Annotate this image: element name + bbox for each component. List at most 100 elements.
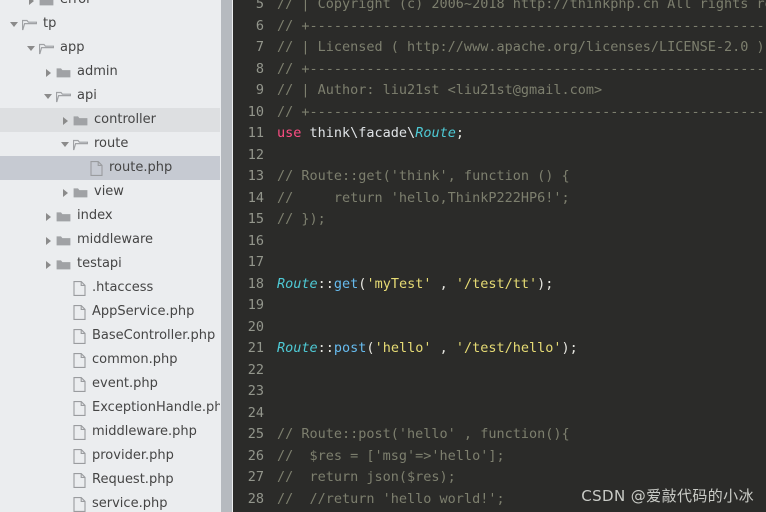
tree-item-label: ExceptionHandle.php (92, 400, 231, 415)
code-line[interactable]: 19 (233, 295, 766, 317)
chevron-right-icon[interactable] (59, 114, 72, 127)
tree-item-appservice-php[interactable]: AppService.php (0, 300, 233, 324)
code-line[interactable]: 9 // | Author: liu21st <liu21st@gmail.com… (233, 80, 766, 102)
tree-item-provider-php[interactable]: provider.php (0, 444, 233, 468)
tree-item-label: error (60, 0, 91, 12)
code-token: Route (277, 340, 318, 356)
line-number: 11 (247, 125, 264, 141)
tree-item-label: AppService.php (92, 304, 195, 319)
code-token: // $res = ['msg'=>'hello']; (277, 447, 505, 464)
tree-item-admin[interactable]: admin (0, 60, 233, 84)
tree-item-event-php[interactable]: event.php (0, 372, 233, 396)
tree-item-request-php[interactable]: Request.php (0, 468, 233, 492)
code-token: // +------------------------------------… (277, 103, 766, 120)
code-token: // Route::get('think', function () { (277, 168, 570, 184)
chevron-right-icon[interactable] (25, 0, 38, 7)
file-tree-scrollbar-thumb[interactable] (221, 0, 232, 512)
line-number: 16 (247, 232, 264, 249)
code-text: Route::post('hello' , '/test/hello'); (277, 338, 578, 360)
code-line[interactable]: 22 (233, 360, 766, 382)
code-token: Route (277, 275, 318, 292)
code-line[interactable]: 6 // +-----------------------------------… (233, 16, 766, 38)
code-token: :: (317, 275, 334, 292)
folder-open-icon (22, 19, 37, 30)
tree-item-route-php[interactable]: route.php (0, 156, 233, 180)
chevron-down-icon[interactable] (59, 138, 72, 151)
code-token: 'hello' (374, 340, 432, 356)
code-line[interactable]: 26 // $res = ['msg'=>'hello']; (233, 446, 766, 468)
code-token: ( (366, 340, 375, 356)
tree-item-view[interactable]: view (0, 180, 233, 204)
tree-item-testapi[interactable]: testapi (0, 252, 233, 276)
code-line[interactable]: 10 // +----------------------------------… (233, 102, 766, 124)
code-line[interactable]: 25 // Route::post('hello' , function(){ (233, 424, 766, 446)
line-number: 5 (255, 0, 264, 12)
code-line[interactable]: 13 // Route::get('think', function () { (233, 166, 766, 188)
tree-item-route[interactable]: route (0, 132, 233, 156)
chevron-right-icon[interactable] (42, 66, 55, 79)
folder-open-icon (73, 139, 88, 150)
code-line[interactable]: 17 (233, 252, 766, 274)
line-number: 6 (255, 17, 264, 34)
line-number: 12 (247, 146, 264, 163)
code-line[interactable]: 23 (233, 381, 766, 403)
chevron-right-icon[interactable] (59, 186, 72, 199)
tree-item-service-php[interactable]: service.php (0, 492, 233, 512)
tree-item-label: testapi (77, 256, 122, 271)
tree-item-basecontroller-php[interactable]: BaseController.php (0, 324, 233, 348)
tree-item-middleware-php[interactable]: middleware.php (0, 420, 233, 444)
file-icon (73, 424, 86, 440)
code-token: think\facade\ (309, 125, 416, 141)
tree-item-index[interactable]: index (0, 204, 233, 228)
tree-item-htaccess[interactable]: .htaccess (0, 276, 233, 300)
chevron-right-icon[interactable] (42, 234, 55, 247)
code-token: Route (415, 125, 456, 141)
chevron-right-icon[interactable] (42, 210, 55, 223)
line-number: 26 (247, 447, 264, 464)
code-line[interactable]: 21 Route::post('hello' , '/test/hello'); (233, 338, 766, 360)
code-token: ); (537, 275, 554, 292)
tree-item-label: controller (94, 112, 157, 127)
file-tree-pane[interactable]: errortpapp admin api controller route route.p… (0, 0, 233, 512)
code-line[interactable]: 16 (233, 231, 766, 253)
line-number: 20 (247, 318, 264, 335)
code-line[interactable]: 7 // | Licensed ( http://www.apache.org/l… (233, 37, 766, 59)
code-line[interactable]: 18 Route::get('myTest' , '/test/tt'); (233, 274, 766, 296)
folder-closed-icon (56, 211, 71, 221)
code-line[interactable]: 12 (233, 145, 766, 167)
line-number: 18 (247, 275, 264, 292)
code-line[interactable]: 15 // }); (233, 209, 766, 231)
tree-item-api[interactable]: api (0, 84, 233, 108)
tree-item-common-php[interactable]: common.php (0, 348, 233, 372)
code-token: use (277, 125, 310, 141)
code-token: // return 'hello,ThinkP222HP6!'; (277, 189, 570, 206)
code-editor-pane[interactable]: 5 // | Copyright (c) 2006~2018 http://thi… (233, 0, 766, 512)
code-line[interactable]: 11 use think\facade\Route; (233, 123, 766, 145)
file-tree-scrollbar-track[interactable] (220, 0, 233, 512)
code-line[interactable]: 14 // return 'hello,ThinkP222HP6!'; (233, 188, 766, 210)
code-line[interactable]: 5 // | Copyright (c) 2006~2018 http://thi… (233, 0, 766, 16)
tree-item-middleware[interactable]: middleware (0, 228, 233, 252)
chevron-down-icon[interactable] (25, 42, 38, 55)
chevron-down-icon[interactable] (42, 90, 55, 103)
tree-item-tp[interactable]: tp (0, 12, 233, 36)
csdn-watermark: CSDN @爱敲代码的小冰 (581, 487, 754, 505)
tree-item-exceptionhandle-php[interactable]: ExceptionHandle.php (0, 396, 233, 420)
line-number: 10 (247, 103, 264, 120)
line-number: 22 (247, 361, 264, 378)
code-line[interactable]: 8 // +-----------------------------------… (233, 59, 766, 81)
tree-item-app[interactable]: app (0, 36, 233, 60)
code-line[interactable]: 20 (233, 317, 766, 339)
code-line[interactable]: 24 (233, 403, 766, 425)
chevron-right-icon[interactable] (42, 258, 55, 271)
ide-window: errortpapp admin api controller route route.p… (0, 0, 766, 512)
chevron-down-icon[interactable] (8, 18, 21, 31)
tree-item-error[interactable]: error (0, 0, 233, 12)
tree-item-controller[interactable]: controller (0, 108, 233, 132)
code-token: get (333, 275, 359, 292)
code-token: 'myTest' (366, 275, 432, 292)
